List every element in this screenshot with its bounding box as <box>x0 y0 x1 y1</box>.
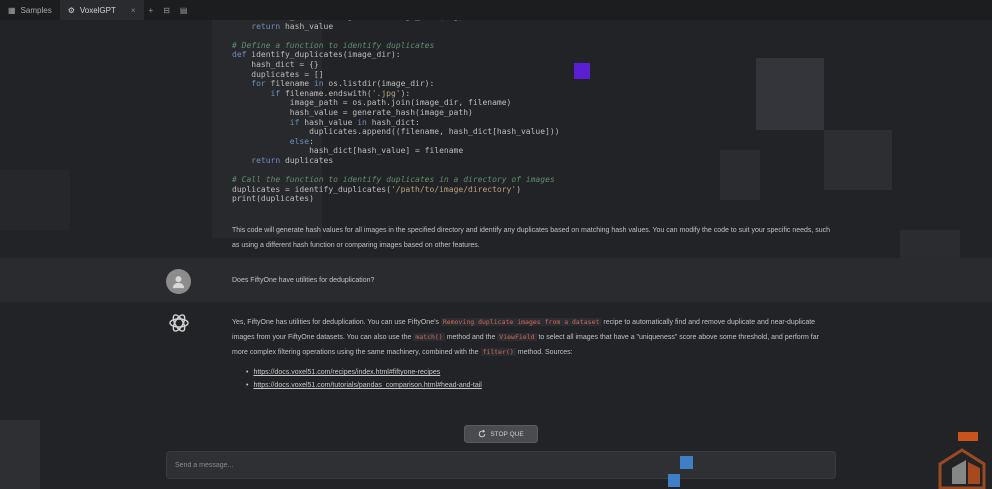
viewfield-code: ViewField <box>497 333 537 341</box>
code-line: else: <box>289 136 314 146</box>
tab-samples[interactable]: ▦ Samples <box>0 0 60 20</box>
message-composer <box>166 451 836 479</box>
stop-button-label: STOP QUE <box>490 430 524 438</box>
add-tab-icon[interactable]: + <box>144 6 159 15</box>
filter-code: filter() <box>480 348 516 356</box>
bg-tile <box>0 420 40 489</box>
code-line: hash_value = generate_hash(image_path) <box>232 107 473 117</box>
code-block: hash_value = imagehash.average_hash(img)… <box>232 12 852 204</box>
source-links: https://docs.voxel51.com/recipes/index.h… <box>246 369 482 395</box>
assistant-message-summary: This code will generate hash values for … <box>232 227 831 249</box>
code-line: print(duplicates) <box>232 194 314 204</box>
list-item: https://docs.voxel51.com/recipes/index.h… <box>246 369 482 376</box>
close-icon[interactable]: × <box>131 6 136 15</box>
tab-voxelgpt[interactable]: ⚙ VoxelGPT × <box>59 0 144 20</box>
code-line: image_path = os.path.join(image_dir, fil… <box>232 98 512 108</box>
user-icon <box>172 276 185 289</box>
voxel51-logo <box>932 421 992 489</box>
gear-icon: ⚙ <box>67 5 75 15</box>
voxel51-logo-icon <box>938 421 986 489</box>
code-line: return hash_value <box>251 21 334 31</box>
code-line: duplicates.append((filename, hash_dict[h… <box>232 127 560 137</box>
user-avatar <box>166 269 191 294</box>
code-line: for filename in os.listdir(image_dir): <box>251 79 435 89</box>
bg-tile <box>0 170 70 230</box>
list-item: https://docs.voxel51.com/tutorials/panda… <box>246 382 481 389</box>
code-line: # Define a function to identify duplicat… <box>232 40 435 50</box>
refresh-icon <box>479 430 486 438</box>
user-message: Does FiftyOne have utilities for dedupli… <box>232 277 375 284</box>
code-line: hash_dict[hash_value] = filename <box>232 146 464 156</box>
stop-query-button[interactable]: STOP QUE <box>464 425 538 443</box>
code-line: return duplicates <box>251 155 334 165</box>
recipe-code: Removing duplicate images from a dataset <box>440 318 602 326</box>
code-line: duplicates = identify_duplicates('/path/… <box>232 184 522 194</box>
code-line: duplicates = [] <box>232 69 324 79</box>
answer-text: method. Sources: <box>517 349 573 356</box>
code-line: if hash_value in hash_dict: <box>289 117 420 127</box>
code-line: hash_dict = {} <box>232 59 319 69</box>
source-link-pandas[interactable]: https://docs.voxel51.com/tutorials/panda… <box>253 382 481 389</box>
code-line: if filename.endswith('.jpg'): <box>270 88 411 98</box>
grid-icon: ▦ <box>8 5 16 15</box>
answer-text: method and the <box>446 334 496 341</box>
tab-label: Samples <box>20 5 52 15</box>
answer-text: Yes, FiftyOne has utilities for deduplic… <box>232 319 439 326</box>
source-link-recipes[interactable]: https://docs.voxel51.com/recipes/index.h… <box>253 369 440 376</box>
code-line: # Call the function to identify duplicat… <box>232 175 555 185</box>
message-input[interactable] <box>167 452 835 478</box>
match-code: match() <box>413 333 445 341</box>
openai-logo-icon <box>168 313 189 332</box>
accent-square <box>680 456 693 469</box>
assistant-avatar <box>166 310 191 335</box>
accent-square <box>574 63 590 79</box>
split-view-icon[interactable]: ⊟ <box>158 6 175 15</box>
code-line: def identify_duplicates(image_dir): <box>232 50 401 60</box>
tab-bar: ▦ Samples ⚙ VoxelGPT × + ⊟ ▤ <box>0 0 992 20</box>
assistant-message-answer: Yes, FiftyOne has utilities for deduplic… <box>232 315 832 360</box>
layout-icon[interactable]: ▤ <box>175 6 193 15</box>
tab-label: VoxelGPT <box>79 5 116 15</box>
accent-square <box>668 474 680 487</box>
